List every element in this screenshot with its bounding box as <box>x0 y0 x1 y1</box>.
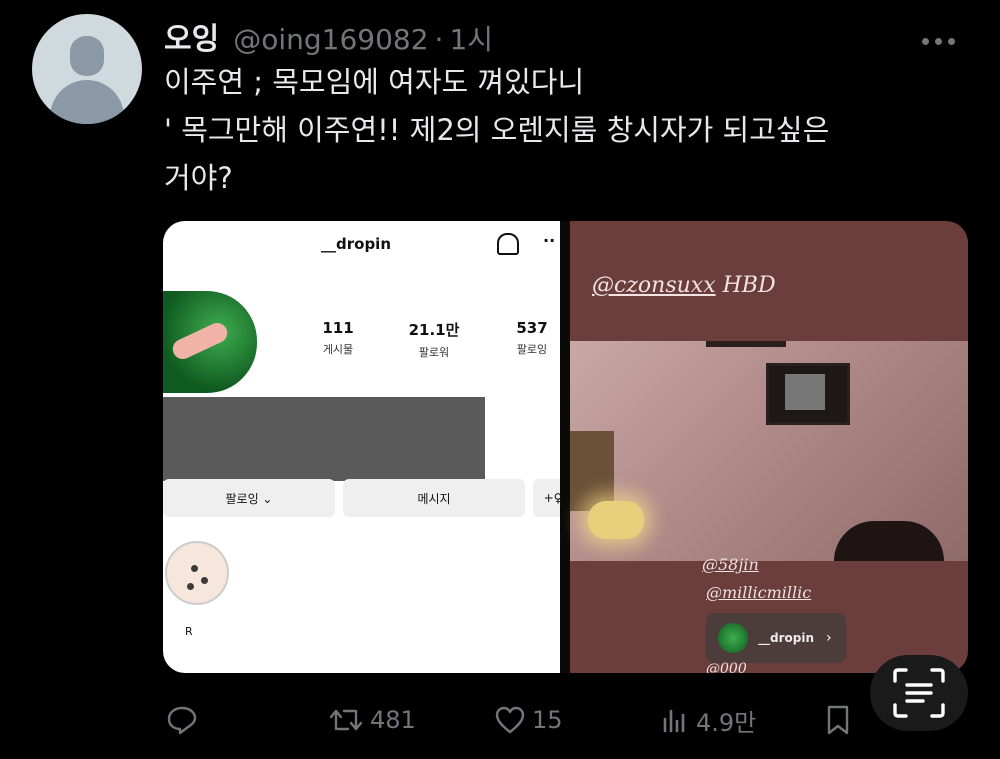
story-caption-mention: @czonsuxx <box>592 273 716 298</box>
media-divider <box>560 221 570 673</box>
header-separator: · <box>434 23 444 56</box>
author-avatar[interactable] <box>32 14 142 124</box>
like-button[interactable]: 15 <box>494 700 563 740</box>
story-caption-text: HBD <box>722 273 776 298</box>
story-caption: @czonsuxx HBD <box>592 273 776 298</box>
ig-following-button: 팔로잉 ⌄ <box>163 479 335 517</box>
ig-stat-value: 21.1만 <box>408 321 460 339</box>
story-photo <box>570 341 968 561</box>
retweet-icon <box>329 709 363 731</box>
story-user-chip: __dropin › <box>706 613 846 663</box>
redacted-bio-block <box>163 397 485 481</box>
birthday-cake <box>588 501 644 539</box>
views-count: 4.9만 <box>696 708 757 737</box>
ig-stat-followers: 21.1만 팔로워 <box>399 319 469 360</box>
retweet-count: 481 <box>370 706 416 734</box>
chip-username: __dropin <box>758 631 814 645</box>
ig-profile-picture <box>163 291 257 393</box>
text-scan-button[interactable] <box>870 655 968 731</box>
story-mention: @58jin <box>702 555 759 574</box>
wall-frame <box>766 363 850 425</box>
tweet-text: 이주연 ; 목모임에 여자도 껴있다니 ' 목그만해 이주연!! 제2의 오렌지… <box>164 58 984 202</box>
author-name[interactable]: 오잉 <box>164 14 219 58</box>
story-mention: @000 <box>706 661 747 673</box>
tweet-media[interactable]: __dropin ·· 111 게시물 21.1만 팔로워 537 팔로잉 팔로… <box>163 221 968 673</box>
ig-message-button: 메시지 <box>343 479 525 517</box>
instagram-story-screenshot[interactable]: @czonsuxx HBD @58jin @millicmillic __dro… <box>570 221 968 673</box>
chair <box>834 521 944 561</box>
chip-avatar <box>718 623 748 653</box>
like-count: 15 <box>532 706 563 734</box>
tweet-text-line: 이주연 ; 목모임에 여자도 껴있다니 <box>164 65 585 99</box>
reply-icon <box>167 706 197 735</box>
tweet-time[interactable]: 1시 <box>449 18 493 58</box>
bookmark-button[interactable] <box>824 700 852 740</box>
tweet-text-line: ' 목그만해 이주연!! 제2의 오렌지룸 창시자가 되고싶은 <box>164 113 830 147</box>
more-icon[interactable] <box>922 30 966 45</box>
instagram-profile-screenshot[interactable]: __dropin ·· 111 게시물 21.1만 팔로워 537 팔로잉 팔로… <box>163 221 573 673</box>
ig-stat-value: 111 <box>322 319 354 337</box>
reply-button[interactable] <box>166 700 204 740</box>
avatar-placeholder-head <box>70 36 104 76</box>
author-handle[interactable]: @oing169082 <box>233 23 428 56</box>
heart-icon <box>495 706 525 734</box>
chevron-right-icon: › <box>826 630 832 646</box>
story-mention: @millicmillic <box>706 583 812 602</box>
text-scan-icon <box>893 668 945 718</box>
ig-highlight-label: R <box>185 625 193 638</box>
bookmark-icon <box>827 705 849 735</box>
views-button[interactable]: 4.9만 <box>660 700 756 740</box>
ig-stat-label: 게시물 <box>322 343 354 356</box>
retweet-button[interactable]: 481 <box>328 700 416 740</box>
tweet-header: 오잉 @oing169082 · 1시 <box>164 14 493 57</box>
bell-icon <box>497 233 519 255</box>
ig-stat-value: 537 <box>516 319 548 337</box>
avatar-placeholder-body <box>50 80 124 124</box>
ig-story-highlight <box>165 541 229 605</box>
tweet-text-line: 거야? <box>164 161 233 195</box>
ig-stat-label: 팔로워 <box>418 346 450 359</box>
views-icon <box>663 709 685 733</box>
ig-stat-posts: 111 게시물 <box>303 319 373 357</box>
ig-stat-following: 537 팔로잉 <box>497 319 567 357</box>
ig-stat-label: 팔로잉 <box>516 343 548 356</box>
ig-username: __dropin <box>321 235 391 253</box>
more-icon: ·· <box>543 231 556 250</box>
